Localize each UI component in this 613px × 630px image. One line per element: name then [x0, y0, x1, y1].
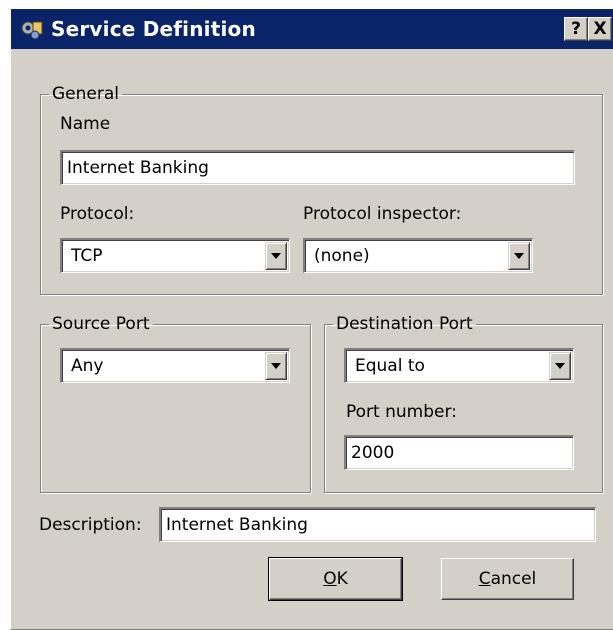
title-bar[interactable]: Service Definition ? X	[11, 9, 613, 49]
protocol-label: Protocol:	[60, 204, 135, 224]
ok-label-rest: K	[336, 569, 348, 589]
protocol-inspector-value: (none)	[314, 246, 370, 266]
destination-port-value: Equal to	[355, 356, 425, 376]
close-button[interactable]: X	[588, 17, 612, 41]
protocol-select[interactable]: TCP	[60, 238, 290, 273]
ok-button[interactable]: OK	[268, 557, 403, 601]
destination-port-legend: Destination Port	[336, 314, 473, 334]
port-number-label: Port number:	[346, 402, 457, 422]
protocol-inspector-dropdown-arrow-icon[interactable]	[508, 242, 530, 270]
description-input[interactable]: Internet Banking	[159, 507, 596, 542]
service-definition-icon	[21, 21, 43, 40]
destination-port-dropdown-arrow-icon[interactable]	[549, 352, 571, 380]
service-definition-dialog: Service Definition ? X General Name Inte…	[10, 8, 613, 630]
port-number-input[interactable]: 2000	[344, 435, 574, 470]
destination-port-select[interactable]: Equal to	[344, 348, 574, 383]
source-port-dropdown-arrow-icon[interactable]	[265, 352, 287, 380]
name-input[interactable]: Internet Banking	[60, 150, 575, 185]
description-label: Description:	[39, 515, 142, 535]
ok-mnemonic: O	[323, 569, 337, 589]
source-port-select[interactable]: Any	[60, 348, 290, 383]
source-port-legend: Source Port	[52, 314, 150, 334]
cancel-label-rest: ancel	[490, 569, 537, 589]
protocol-dropdown-arrow-icon[interactable]	[265, 242, 287, 270]
source-port-value: Any	[71, 356, 104, 376]
protocol-value: TCP	[71, 246, 103, 266]
cancel-mnemonic: C	[478, 569, 491, 589]
general-legend: General	[52, 84, 119, 104]
source-port-group: Source Port	[40, 315, 311, 493]
name-label: Name	[60, 114, 111, 134]
dialog-title: Service Definition	[51, 17, 256, 41]
help-button[interactable]: ?	[564, 17, 588, 41]
cancel-button[interactable]: Cancel	[441, 558, 574, 600]
protocol-inspector-select[interactable]: (none)	[303, 238, 533, 273]
protocol-inspector-label: Protocol inspector:	[303, 204, 462, 224]
